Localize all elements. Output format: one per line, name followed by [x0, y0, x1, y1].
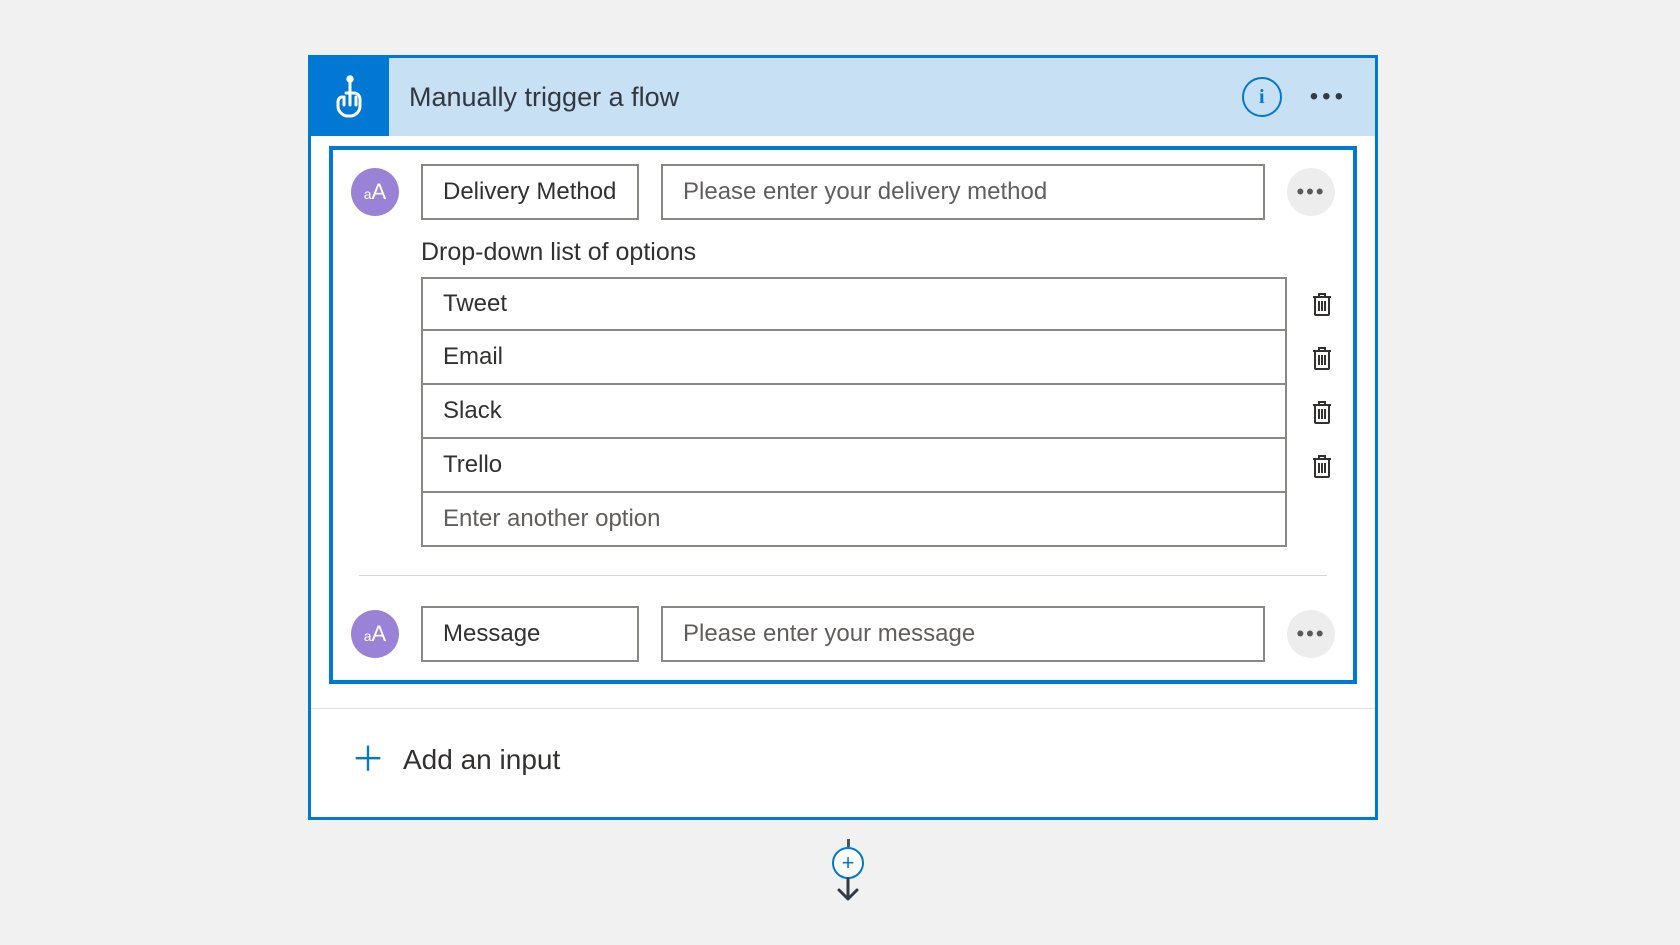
input-more-icon[interactable]: •••	[1287, 168, 1335, 216]
trigger-input-delivery-method: aA ••• Drop-down list of options Tweet	[343, 164, 1343, 547]
dropdown-option[interactable]: Slack	[421, 385, 1287, 439]
dropdown-label: Drop-down list of options	[421, 238, 1335, 267]
dropdown-options-section: Drop-down list of options Tweet Email	[421, 238, 1343, 547]
delete-icon[interactable]	[1309, 289, 1335, 319]
card-header: Manually trigger a flow i •••	[311, 58, 1375, 136]
input-description-field[interactable]	[661, 164, 1265, 220]
input-name-field[interactable]	[421, 164, 639, 220]
divider	[359, 575, 1327, 576]
input-more-icon[interactable]: •••	[1287, 610, 1335, 658]
text-type-icon: aA	[351, 168, 399, 216]
plus-icon: ＋	[351, 743, 385, 777]
delete-icon[interactable]	[1309, 451, 1335, 481]
dropdown-add-option-field[interactable]	[421, 493, 1287, 547]
dropdown-option[interactable]: Email	[421, 331, 1287, 385]
trigger-icon	[311, 58, 389, 136]
text-type-icon: aA	[351, 610, 399, 658]
add-input-button[interactable]: ＋ Add an input	[311, 708, 1375, 817]
arrow-down-icon	[833, 877, 863, 903]
flow-connector: +	[832, 839, 864, 903]
input-name-field[interactable]	[421, 606, 639, 662]
dropdown-option[interactable]: Trello	[421, 439, 1287, 493]
card-title: Manually trigger a flow	[409, 82, 1242, 113]
delete-icon[interactable]	[1309, 343, 1335, 373]
dropdown-options-list: Tweet Email Slack	[421, 277, 1335, 547]
add-step-button[interactable]: +	[832, 847, 864, 879]
info-icon[interactable]: i	[1242, 77, 1282, 117]
add-input-label: Add an input	[403, 744, 560, 776]
delete-icon[interactable]	[1309, 397, 1335, 427]
dropdown-option[interactable]: Tweet	[421, 277, 1287, 331]
inputs-frame: aA ••• Drop-down list of options Tweet	[329, 146, 1357, 684]
input-description-field[interactable]	[661, 606, 1265, 662]
trigger-card: Manually trigger a flow i ••• aA ••• Dro…	[308, 55, 1378, 820]
card-more-icon[interactable]: •••	[1306, 85, 1351, 109]
trigger-input-message: aA •••	[343, 606, 1343, 662]
